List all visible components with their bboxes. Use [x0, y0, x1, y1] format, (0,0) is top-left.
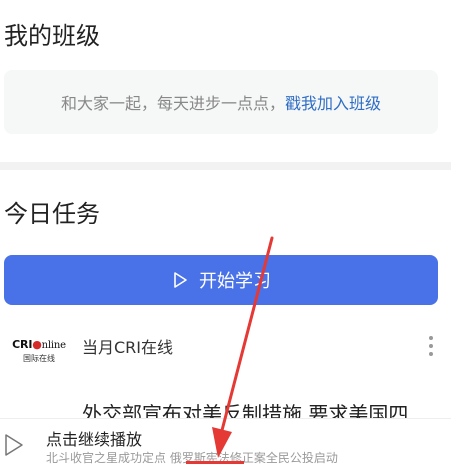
join-class-prompt: 和大家一起，每天进步一点点， — [60, 94, 285, 113]
start-learning-label: 开始学习 — [199, 271, 271, 292]
my-class-title: 我的班级 — [4, 22, 100, 50]
section-divider — [0, 162, 451, 170]
today-tasks-title: 今日任务 — [4, 200, 100, 228]
annotation-underline — [186, 461, 244, 464]
player-title: 点击继续播放 — [46, 430, 143, 449]
join-class-card[interactable]: 和大家一起，每天进步一点点， 戳我加入班级 — [4, 70, 438, 134]
cri-online-logo: CRI●nline 国际在线 — [12, 338, 66, 363]
start-learning-button[interactable]: 开始学习 — [4, 255, 438, 305]
play-outline-icon — [174, 272, 187, 288]
join-class-link[interactable]: 戳我加入班级 — [285, 90, 381, 114]
more-vertical-icon[interactable] — [429, 336, 435, 356]
feed-source-name[interactable]: 当月CRI在线 — [82, 334, 173, 358]
play-outline-icon[interactable] — [4, 433, 24, 457]
feed-item[interactable]: CRI●nline 国际在线 当月CRI在线 外交部宣布对美反制措施 要求美国四 — [4, 330, 451, 426]
